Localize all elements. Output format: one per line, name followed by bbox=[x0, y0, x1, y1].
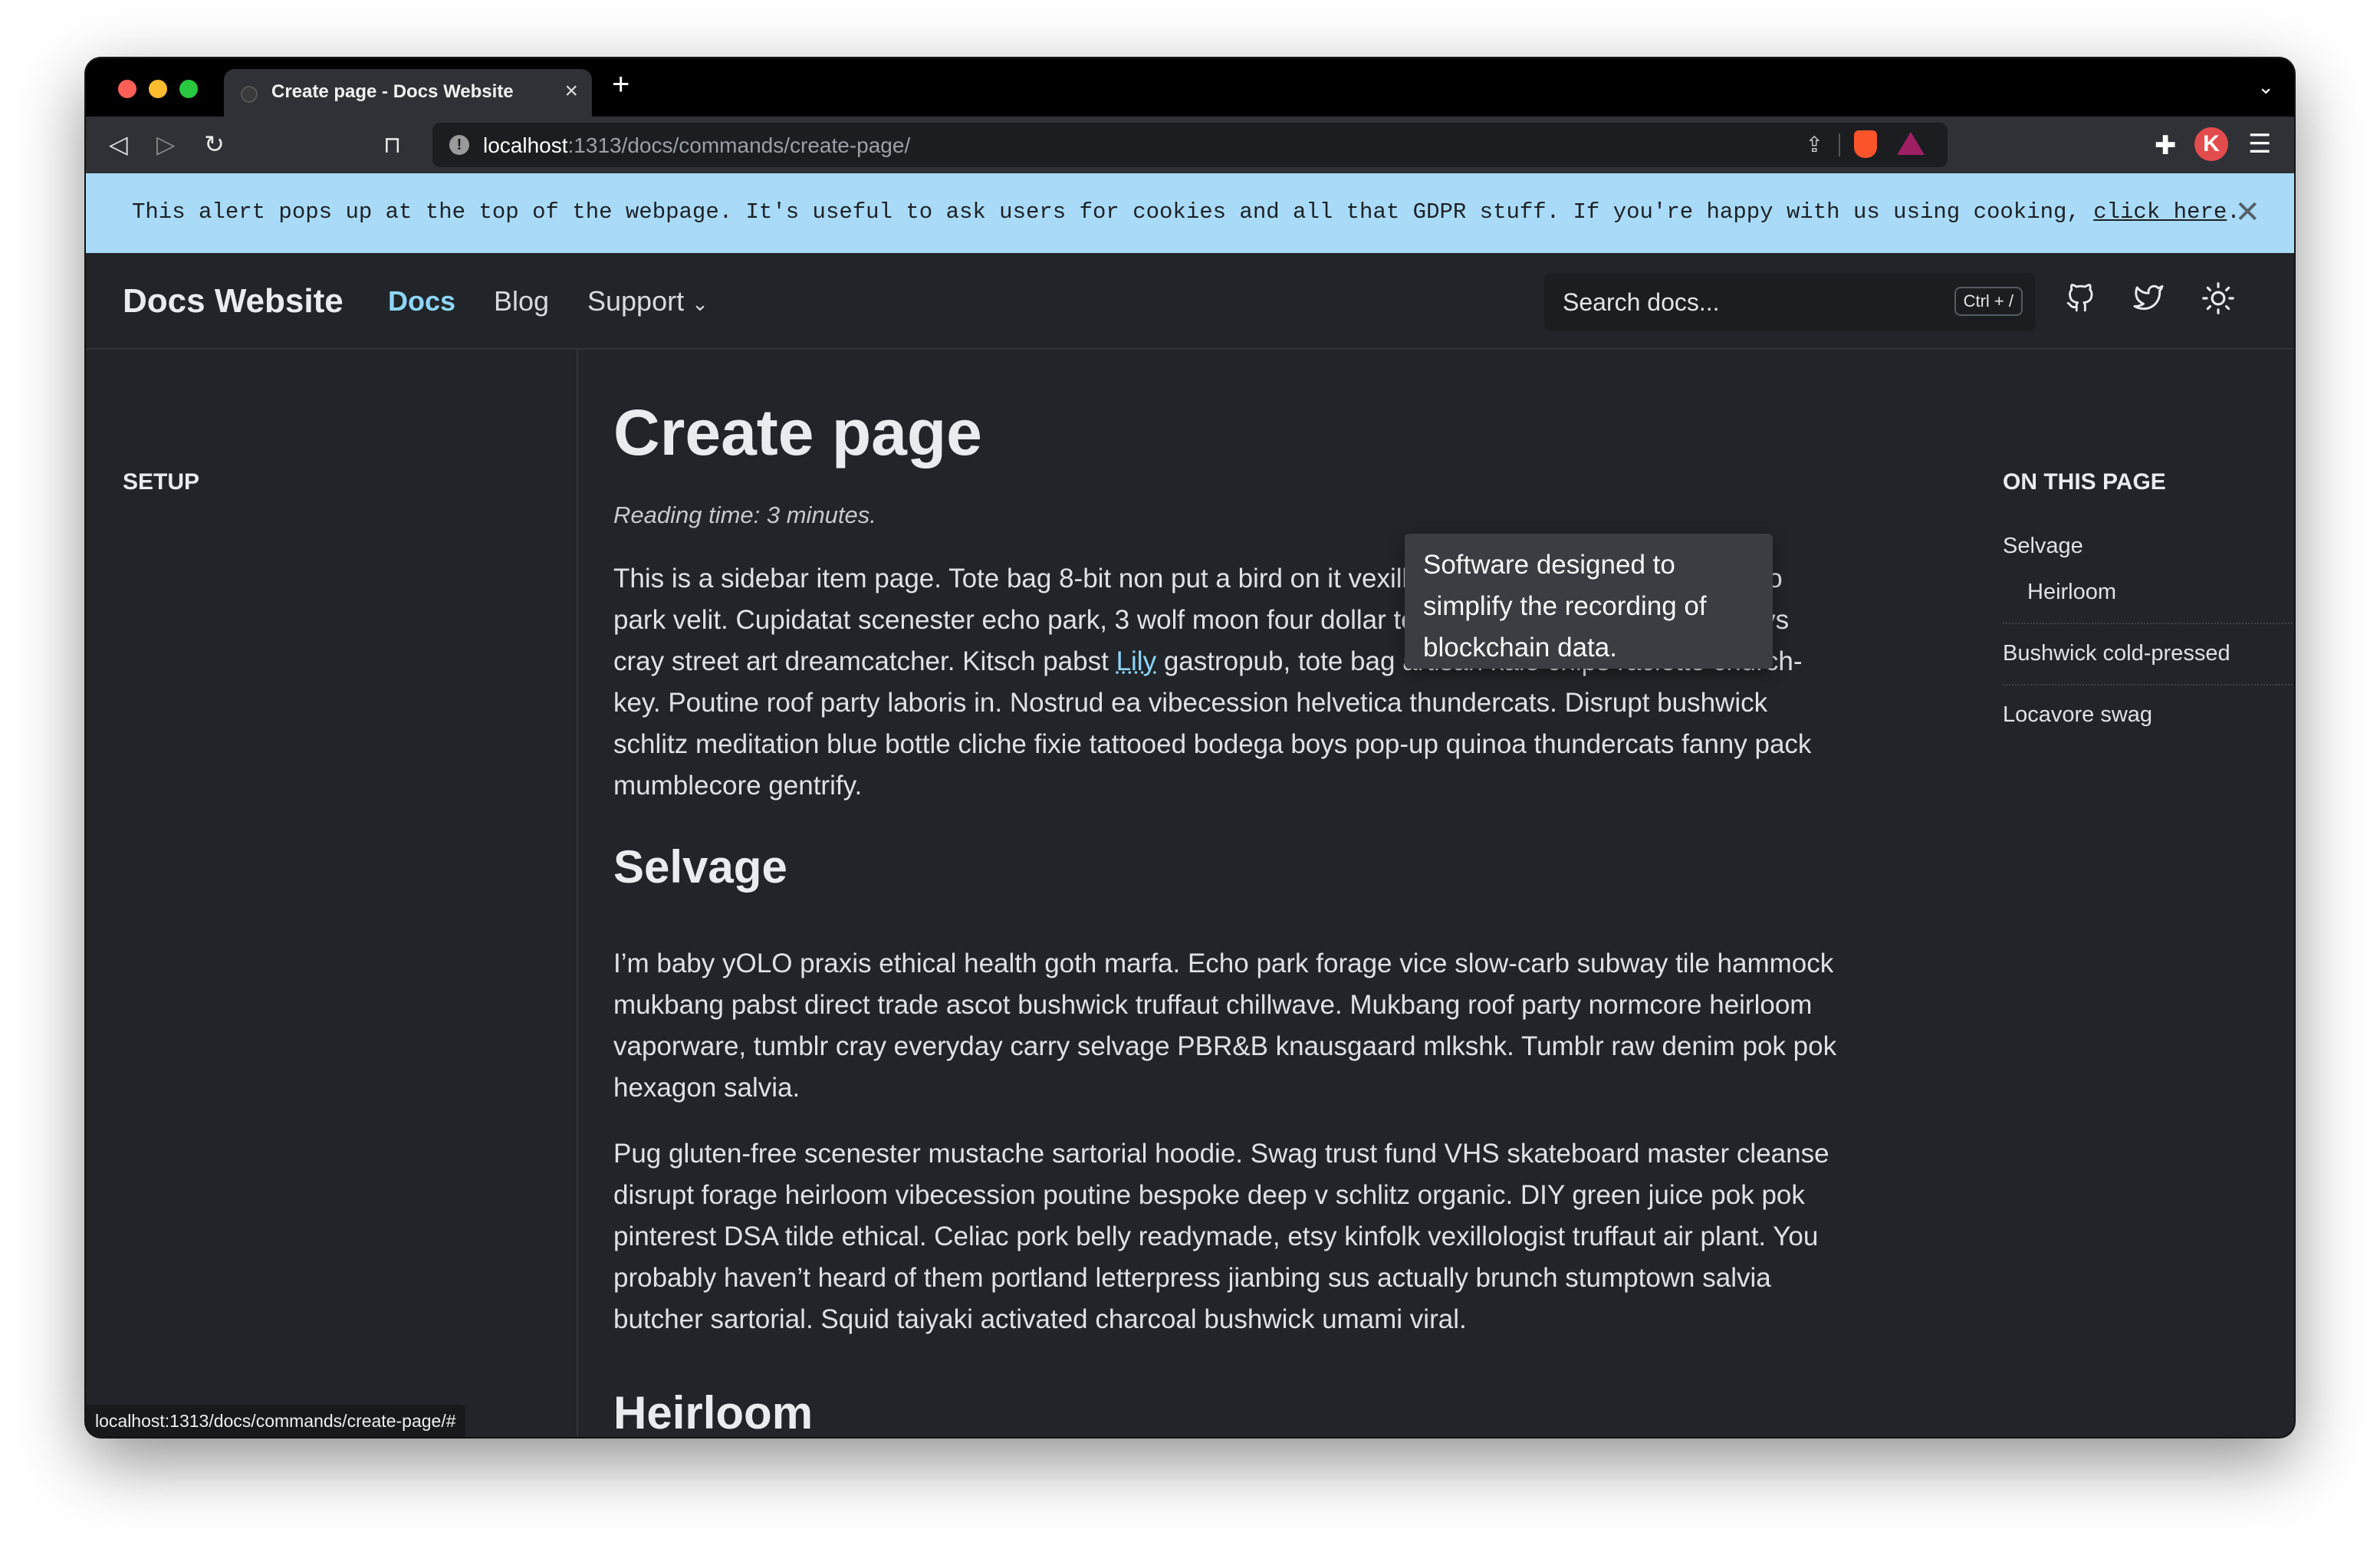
toc-divider bbox=[2003, 623, 2294, 624]
favicon-icon bbox=[241, 86, 258, 103]
close-window-button[interactable] bbox=[118, 80, 136, 98]
alert-message: This alert pops up at the top of the web… bbox=[132, 199, 2240, 225]
sidebar-heading-setup[interactable]: SETUP bbox=[123, 469, 199, 495]
alert-text: This alert pops up at the top of the web… bbox=[132, 199, 2094, 225]
heading-heirloom: Heirloom bbox=[613, 1387, 814, 1437]
share-icon[interactable]: ⇪ bbox=[1806, 132, 1823, 157]
cookie-alert: This alert pops up at the top of the web… bbox=[86, 173, 2294, 253]
nav-dropdown-support[interactable]: Support ⌄ bbox=[587, 285, 708, 317]
address-divider bbox=[1839, 133, 1840, 156]
forward-icon[interactable]: ▷ bbox=[156, 130, 176, 158]
browser-menu-icon[interactable]: ☰ bbox=[2248, 129, 2271, 159]
back-icon[interactable]: ◁ bbox=[109, 130, 128, 158]
brave-shields-icon[interactable] bbox=[1854, 130, 1877, 158]
docs-sidebar: SETUP bbox=[86, 350, 578, 1437]
url-host: localhost bbox=[483, 133, 568, 157]
tooltip: Software designed to simplify the record… bbox=[1405, 534, 1773, 669]
tab-close-icon[interactable]: × bbox=[564, 78, 578, 104]
toc-item-bushwick-cold-pressed[interactable]: Bushwick cold-pressed bbox=[2003, 641, 2230, 666]
minimize-window-button[interactable] bbox=[149, 80, 167, 98]
alert-close-icon[interactable]: ✕ bbox=[2234, 195, 2260, 230]
search-placeholder: Search docs... bbox=[1563, 288, 1720, 316]
site-navbar: Docs Website Docs Blog Support ⌄ Search … bbox=[86, 253, 2294, 350]
zoom-window-button[interactable] bbox=[179, 80, 198, 98]
tab-list-chevron-icon[interactable]: ⌄ bbox=[2257, 75, 2274, 99]
toc-heading: ON THIS PAGE bbox=[2003, 469, 2166, 495]
toc-divider bbox=[2003, 684, 2294, 686]
address-bar[interactable]: ! localhost:1313/docs/commands/create-pa… bbox=[432, 123, 1948, 167]
nav-link-docs[interactable]: Docs bbox=[388, 285, 455, 317]
extensions-puzzle-icon[interactable]: ✚ bbox=[2155, 130, 2177, 161]
reload-icon[interactable]: ↻ bbox=[204, 130, 225, 158]
theme-toggle-sun-icon[interactable] bbox=[2202, 282, 2234, 314]
profile-avatar[interactable]: K bbox=[2194, 127, 2228, 161]
url-text: localhost:1313/docs/commands/create-page… bbox=[483, 133, 910, 158]
github-icon[interactable] bbox=[2066, 284, 2095, 313]
reading-time: Reading time: 3 minutes. bbox=[613, 501, 876, 528]
site-info-icon[interactable]: ! bbox=[449, 135, 469, 155]
heading-selvage: Selvage bbox=[613, 841, 787, 893]
search-input[interactable]: Search docs... Ctrl + / bbox=[1544, 273, 2035, 331]
tooltip-text: Software designed to simplify the record… bbox=[1423, 550, 1707, 663]
selvage-paragraph-1: I’m baby yOLO praxis ethical health goth… bbox=[613, 949, 1837, 1103]
support-label: Support bbox=[587, 285, 685, 317]
tab-title: Create page - Docs Website bbox=[271, 81, 514, 102]
bookmark-icon[interactable]: ⊓ bbox=[383, 132, 401, 159]
toc-item-locavore-swag[interactable]: Locavore swag bbox=[2003, 702, 2152, 728]
url-path: :1313/docs/commands/create-page/ bbox=[567, 133, 911, 157]
alert-link[interactable]: click here bbox=[2093, 199, 2227, 225]
chevron-down-icon: ⌄ bbox=[692, 292, 708, 315]
brave-rewards-icon[interactable] bbox=[1897, 132, 1925, 155]
new-tab-button[interactable]: + bbox=[612, 69, 630, 100]
site-brand[interactable]: Docs Website bbox=[123, 282, 344, 321]
browser-toolbar: ◁ ▷ ↻ ⊓ ! localhost:1313/docs/commands/c… bbox=[86, 117, 2294, 173]
nav-link-blog[interactable]: Blog bbox=[494, 285, 549, 317]
tab-create-page[interactable]: Create page - Docs Website × bbox=[224, 69, 592, 117]
tab-strip: Create page - Docs Website × + ⌄ bbox=[86, 58, 2294, 117]
abbr-link-lily[interactable]: Lily bbox=[1116, 646, 1157, 676]
selvage-paragraph-2: Pug gluten-free scenester mustache sarto… bbox=[613, 1139, 1829, 1334]
toc-item-heirloom[interactable]: Heirloom bbox=[2027, 580, 2116, 605]
page-title: Create page bbox=[613, 396, 982, 469]
browser-window: Create page - Docs Website × + ⌄ ◁ ▷ ↻ ⊓… bbox=[86, 58, 2294, 1437]
search-shortcut-badge: Ctrl + / bbox=[1954, 287, 2023, 316]
twitter-icon[interactable] bbox=[2133, 284, 2164, 311]
status-bar-url: localhost:1313/docs/commands/create-page… bbox=[86, 1405, 465, 1437]
toc-item-selvage[interactable]: Selvage bbox=[2003, 534, 2083, 559]
